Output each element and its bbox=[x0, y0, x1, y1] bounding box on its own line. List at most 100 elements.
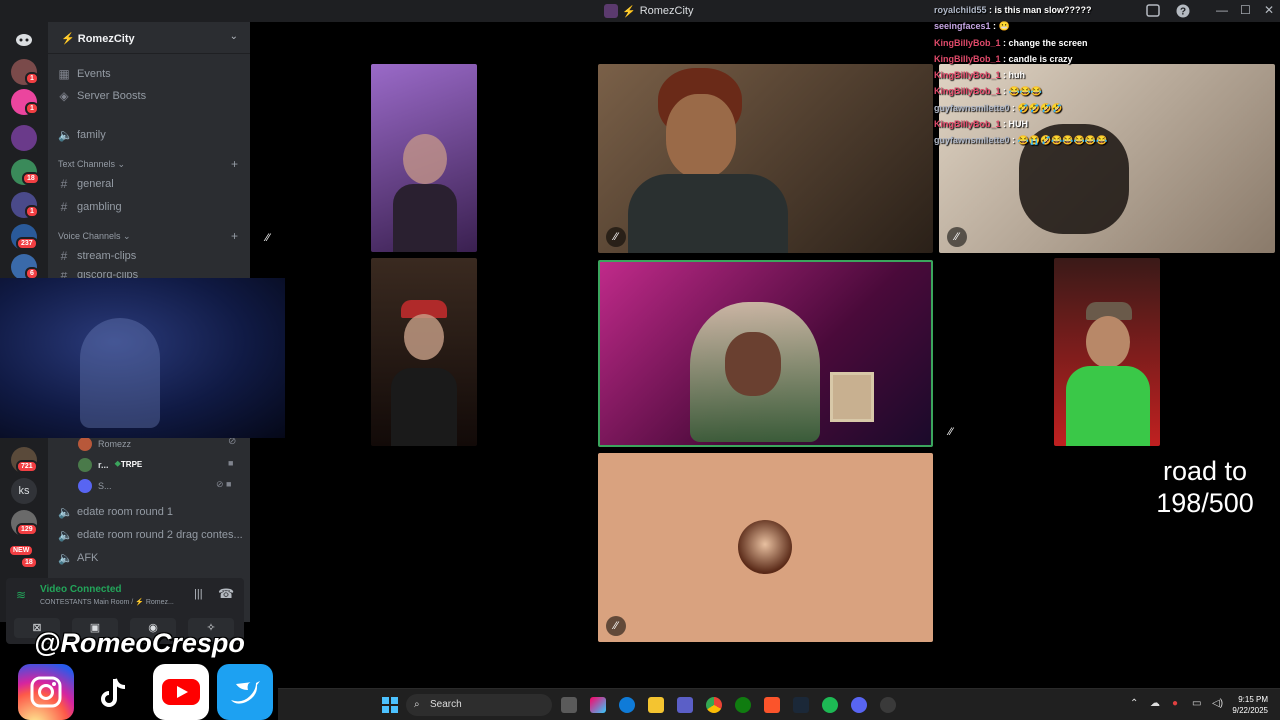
mention-badge: 1 bbox=[25, 102, 39, 115]
category-voice-channels[interactable]: Voice Channels ⌄ bbox=[58, 231, 131, 242]
voice-location: CONTESTANTS Main Room / ⚡ Romez... bbox=[40, 599, 174, 606]
disconnect-icon[interactable]: ☎ bbox=[218, 586, 234, 602]
channel-gambling[interactable]: # gambling bbox=[58, 200, 122, 214]
youtube-icon bbox=[153, 664, 209, 720]
window-title: ⚡ RomezCity bbox=[604, 4, 694, 18]
mention-badge: 237 bbox=[16, 237, 38, 250]
chat-message: KingBillyBob_1 : change the screen bbox=[934, 37, 1088, 48]
windows-taskbar: ⌕ Search ⌃ ☁ ● ▭ ◁) 9:15 PM 9/22/2025 bbox=[278, 688, 1280, 720]
display-icon[interactable]: ▭ bbox=[1192, 698, 1201, 709]
channel-edate-round-2[interactable]: 🔈 edate room round 2 drag contes... bbox=[58, 528, 243, 542]
participant-shirt bbox=[1066, 366, 1150, 446]
noise-suppression-icon[interactable]: ||| bbox=[194, 588, 203, 600]
channel-edate-round-1[interactable]: 🔈 edate room round 1 bbox=[58, 505, 173, 519]
tray-overflow-icon[interactable]: ⌃ bbox=[1130, 698, 1138, 709]
teams-icon[interactable] bbox=[677, 697, 693, 713]
maximize-button[interactable]: ☐ bbox=[1240, 3, 1251, 17]
spotify-icon[interactable] bbox=[822, 697, 838, 713]
voice-user[interactable]: r... ⯁TRPE bbox=[78, 458, 142, 472]
file-explorer-icon[interactable] bbox=[648, 697, 664, 713]
video-tile-no-camera[interactable]: ⁄⁄ bbox=[598, 453, 933, 642]
social-handle: @RomeoCrespo bbox=[34, 628, 245, 658]
channel-afk[interactable]: 🔈 AFK bbox=[58, 551, 98, 565]
signal-icon: ≋ bbox=[16, 588, 27, 602]
chat-message: guyfawnsmilette0 : 🤣🤣🤣🤣 bbox=[934, 102, 1063, 113]
minimize-button[interactable]: — bbox=[1216, 3, 1228, 17]
search-icon: ⌕ bbox=[414, 699, 420, 710]
camera-icon: ■ bbox=[228, 458, 234, 468]
mention-badge: 721 bbox=[16, 460, 38, 473]
mention-badge: 129 bbox=[16, 523, 38, 536]
streamer-webcam bbox=[0, 278, 285, 438]
windows-start-icon[interactable] bbox=[382, 697, 398, 713]
steam-icon[interactable] bbox=[793, 697, 809, 713]
sidebar-item-server-boosts[interactable]: ◈ Server Boosts bbox=[58, 89, 146, 103]
clan-tag: ⯁TRPE bbox=[114, 460, 143, 469]
instagram-icon bbox=[18, 664, 74, 720]
participant-face bbox=[1086, 316, 1130, 368]
discord-taskbar-icon[interactable] bbox=[851, 697, 867, 713]
video-tile[interactable]: ⁄⁄ bbox=[598, 64, 933, 253]
volume-icon[interactable]: ◁) bbox=[1212, 698, 1223, 709]
obs-icon[interactable] bbox=[880, 697, 896, 713]
chrome-icon[interactable] bbox=[706, 697, 722, 713]
video-tile[interactable] bbox=[371, 258, 477, 446]
discord-app-icon bbox=[604, 4, 618, 18]
close-button[interactable]: ✕ bbox=[1264, 3, 1274, 17]
tiktok-icon bbox=[86, 664, 142, 720]
sidebar-item-events[interactable]: ▦ Events bbox=[58, 67, 110, 81]
chat-message: KingBillyBob_1 : huh bbox=[934, 70, 1026, 81]
lightning-icon: ⚡ bbox=[61, 33, 78, 45]
taskbar-clock[interactable]: 9:15 PM 9/22/2025 bbox=[1232, 694, 1268, 716]
discord-home-icon[interactable] bbox=[11, 27, 37, 53]
brave-icon[interactable] bbox=[764, 697, 780, 713]
participant-face bbox=[403, 134, 447, 184]
participant-body bbox=[393, 184, 457, 252]
channel-stream-clips[interactable]: # stream-clips bbox=[58, 249, 137, 263]
participant-body bbox=[628, 174, 788, 253]
xbox-icon[interactable] bbox=[735, 697, 751, 713]
chat-message: guyfawnsmilette0 : 😂😭🤣😂😂😂😂😂 bbox=[934, 135, 1108, 146]
inbox-icon[interactable] bbox=[1145, 3, 1161, 19]
avatar bbox=[738, 520, 792, 574]
mic-muted-icon: ⁄⁄ bbox=[606, 616, 626, 636]
mention-badge: 18 bbox=[20, 556, 38, 569]
microphone-icon[interactable]: ● bbox=[1172, 698, 1178, 709]
category-text-channels[interactable]: Text Channels ⌄ bbox=[58, 159, 125, 170]
server-name: ⚡ RomezCity bbox=[61, 33, 135, 45]
svg-text:?: ? bbox=[1180, 7, 1186, 18]
chat-message: seeingfaces1 : 😬 bbox=[934, 21, 1010, 32]
add-channel-icon[interactable]: + bbox=[231, 157, 238, 171]
channel-general[interactable]: # general bbox=[58, 177, 114, 191]
task-view-icon[interactable] bbox=[561, 697, 577, 713]
boost-icon: ◈ bbox=[59, 89, 69, 103]
speaker-icon: 🔈 bbox=[58, 551, 73, 565]
help-icon[interactable]: ? bbox=[1175, 3, 1191, 19]
chat-message: KingBillyBob_1 : 😂😂😂 bbox=[934, 86, 1043, 97]
channel-family[interactable]: 🔈 family bbox=[58, 128, 106, 142]
calendar-icon: ▦ bbox=[58, 67, 70, 81]
voice-user[interactable]: Romezz bbox=[78, 437, 131, 451]
server-header[interactable]: ⚡ RomezCity ⌄ bbox=[48, 22, 250, 54]
follower-goal: road to 198/500 bbox=[1156, 456, 1254, 518]
speaker-icon: 🔈 bbox=[58, 128, 73, 142]
voice-user[interactable]: S... bbox=[78, 479, 112, 493]
video-tile[interactable] bbox=[371, 64, 477, 252]
twitter-icon bbox=[217, 664, 273, 720]
avatar bbox=[78, 437, 92, 451]
avatar bbox=[78, 458, 92, 472]
video-tile[interactable] bbox=[1054, 258, 1160, 446]
taskbar-search[interactable]: ⌕ Search bbox=[406, 694, 552, 716]
speaker-icon: 🔈 bbox=[58, 505, 73, 519]
server-icon[interactable] bbox=[11, 125, 37, 151]
hashtag-icon: # bbox=[60, 249, 68, 263]
mention-badge: 1 bbox=[25, 205, 39, 218]
mic-muted-icon: ⁄⁄ bbox=[947, 227, 967, 247]
copilot-icon[interactable] bbox=[590, 697, 606, 713]
participant-face bbox=[666, 94, 736, 178]
network-icon[interactable]: ☁ bbox=[1150, 698, 1160, 709]
video-tile-speaking[interactable] bbox=[598, 260, 933, 447]
add-channel-icon[interactable]: + bbox=[231, 229, 238, 243]
server-icon[interactable]: ks bbox=[11, 478, 37, 504]
edge-icon[interactable] bbox=[619, 697, 635, 713]
